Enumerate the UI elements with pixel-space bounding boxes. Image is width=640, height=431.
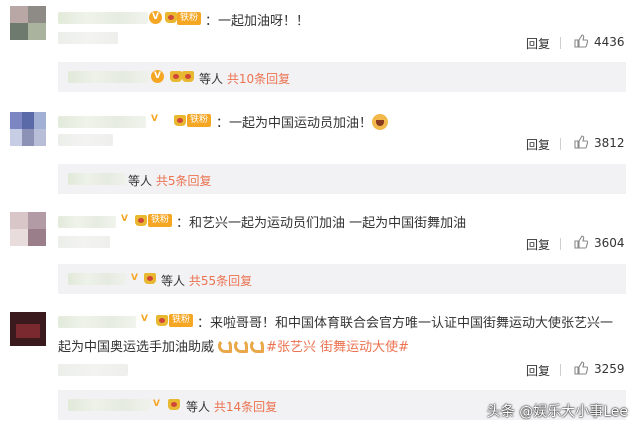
verified-icon: V bbox=[153, 399, 160, 409]
comment-text: ：一起为中国运动员加油！ bbox=[216, 112, 389, 131]
comment-text: ：和艺兴一起为运动员们加油 一起为中国街舞加油 bbox=[176, 216, 467, 231]
view-replies-link[interactable]: 共55条回复 bbox=[189, 274, 252, 288]
thumbs-up-icon[interactable] bbox=[574, 135, 588, 149]
username[interactable] bbox=[58, 116, 146, 128]
avatar[interactable] bbox=[10, 312, 46, 346]
verified-icon: V bbox=[121, 214, 128, 224]
comment-text-line2: 起为中国奥运选手加油助威 #张艺兴 街舞运动大使# bbox=[58, 339, 410, 355]
avatar[interactable] bbox=[10, 212, 46, 246]
reply-username[interactable] bbox=[68, 71, 150, 83]
reply-username[interactable] bbox=[68, 399, 150, 411]
verified-icon: V bbox=[151, 70, 164, 83]
like-count: 3812 bbox=[594, 136, 625, 150]
reply-username[interactable] bbox=[68, 273, 126, 285]
blurred-line bbox=[58, 236, 110, 248]
divider bbox=[560, 364, 561, 376]
reply-summary: 等人 共55条回复 bbox=[161, 272, 252, 289]
crown-icon bbox=[144, 273, 156, 284]
divider bbox=[560, 238, 561, 250]
thumbs-up-icon[interactable] bbox=[574, 361, 588, 375]
like-count: 3259 bbox=[594, 362, 625, 376]
divider bbox=[560, 138, 561, 150]
crown-icon bbox=[156, 315, 168, 326]
like-count: 4436 bbox=[594, 35, 625, 49]
flex-arm-icon bbox=[218, 339, 233, 353]
thumbs-up-icon[interactable] bbox=[574, 34, 588, 48]
reply-who: 等人 bbox=[161, 274, 186, 288]
reply-who: 等人 bbox=[199, 72, 224, 86]
crown-icon bbox=[182, 71, 194, 82]
view-replies-link[interactable]: 共10条回复 bbox=[227, 72, 290, 86]
blurred-line bbox=[58, 364, 128, 376]
view-replies-link[interactable]: 共5条回复 bbox=[156, 174, 212, 188]
reply-button[interactable]: 回复 bbox=[526, 362, 550, 379]
blurred-line bbox=[58, 134, 113, 146]
comment-text: ：一起加油呀！！ bbox=[205, 14, 310, 29]
username[interactable] bbox=[58, 316, 136, 328]
blurred-line bbox=[58, 32, 118, 44]
flex-arm-icon bbox=[234, 339, 249, 353]
crown-icon bbox=[168, 399, 180, 410]
avatar[interactable] bbox=[10, 6, 46, 40]
replies-box[interactable]: V 等人 共10条回复 bbox=[58, 62, 626, 92]
crown-icon bbox=[165, 12, 177, 23]
verified-icon: V bbox=[141, 314, 148, 324]
comment-text: ：来啦哥哥！和中国体育联合会官方唯一认证中国街舞运动大使张艺兴一 bbox=[197, 316, 614, 331]
shocked-emoji-icon bbox=[372, 114, 389, 130]
reply-who: 等人 bbox=[186, 400, 211, 414]
crown-icon bbox=[174, 115, 186, 126]
crown-icon bbox=[135, 215, 147, 226]
reply-summary: 等人 共5条回复 bbox=[128, 172, 211, 189]
username[interactable] bbox=[58, 216, 116, 228]
reply-button[interactable]: 回复 bbox=[526, 35, 550, 52]
reply-summary: 等人 共14条回复 bbox=[186, 398, 277, 415]
reply-who: 等人 bbox=[128, 174, 153, 188]
view-replies-link[interactable]: 共14条回复 bbox=[214, 400, 277, 414]
fan-badge: 铁粉 bbox=[177, 12, 202, 25]
verified-icon: V bbox=[149, 11, 162, 24]
reply-username[interactable] bbox=[68, 173, 126, 185]
verified-icon: V bbox=[131, 273, 138, 283]
hashtag-link[interactable]: #张艺兴 街舞运动大使# bbox=[266, 340, 409, 355]
thumbs-up-icon[interactable] bbox=[574, 235, 588, 249]
watermark: 头条 @娱乐大小事Lee bbox=[486, 404, 628, 420]
fan-badge: 铁粉 bbox=[148, 214, 173, 227]
reply-summary: 等人 共10条回复 bbox=[199, 70, 290, 87]
fan-badge: 铁粉 bbox=[169, 314, 194, 327]
flex-arm-icon bbox=[250, 339, 265, 353]
fan-badge: 铁粉 bbox=[187, 114, 212, 127]
divider bbox=[560, 37, 561, 49]
replies-box[interactable]: 等人 共5条回复 bbox=[58, 164, 626, 194]
like-count: 3604 bbox=[594, 236, 625, 250]
verified-icon: V bbox=[151, 114, 158, 124]
reply-button[interactable]: 回复 bbox=[526, 236, 550, 253]
username[interactable] bbox=[58, 12, 148, 24]
reply-button[interactable]: 回复 bbox=[526, 136, 550, 153]
crown-icon bbox=[170, 71, 182, 82]
replies-box[interactable]: V 等人 共55条回复 bbox=[58, 264, 626, 294]
avatar[interactable] bbox=[10, 112, 46, 146]
